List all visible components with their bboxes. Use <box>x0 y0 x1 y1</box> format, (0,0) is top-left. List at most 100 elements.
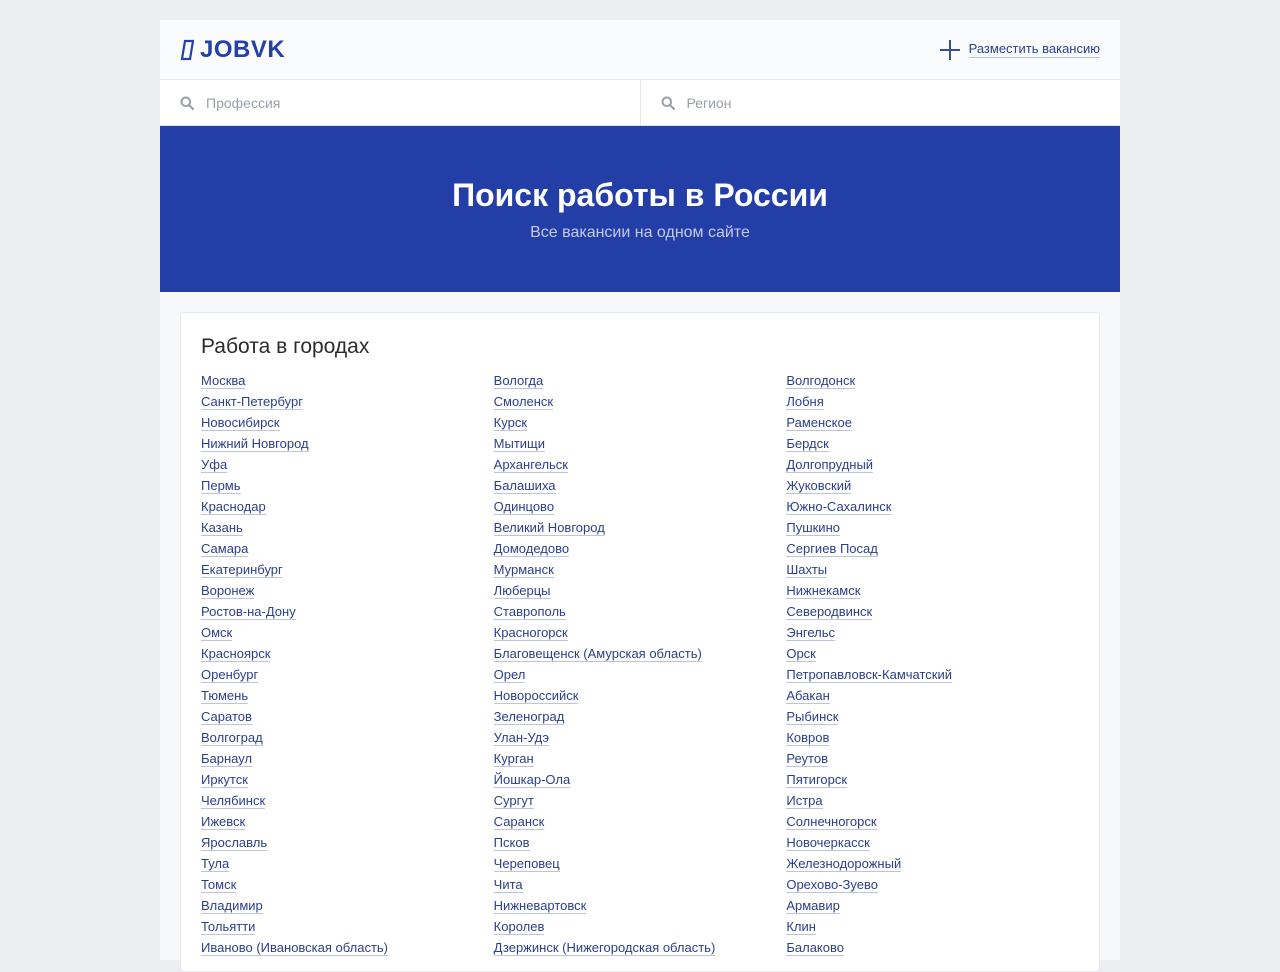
city-link[interactable]: Пушкино <box>786 520 840 536</box>
city-link[interactable]: Ставрополь <box>493 604 566 620</box>
city-link[interactable]: Орел <box>493 667 526 683</box>
city-link[interactable]: Орск <box>786 646 816 662</box>
city-link[interactable]: Дзержинск (Нижегородская область) <box>493 940 716 956</box>
post-vacancy-label[interactable]: Разместить вакансию <box>968 41 1100 58</box>
city-link[interactable]: Курган <box>493 751 534 767</box>
city-link[interactable]: Томск <box>201 877 237 893</box>
city-link[interactable]: Южно-Сахалинск <box>786 499 892 515</box>
list-item: Долгопрудный <box>786 456 1079 477</box>
city-link[interactable]: Владимир <box>201 898 263 914</box>
list-item: Краснодар <box>201 498 494 519</box>
city-link[interactable]: Волгоград <box>201 730 263 746</box>
city-link[interactable]: Клин <box>786 919 816 935</box>
city-link[interactable]: Ковров <box>786 730 830 746</box>
city-link[interactable]: Петропавловск-Камчатский <box>786 667 952 683</box>
city-link[interactable]: Одинцово <box>493 499 555 515</box>
city-link[interactable]: Нижний Новгород <box>201 436 309 452</box>
city-link[interactable]: Мурманск <box>493 562 554 578</box>
city-link[interactable]: Санкт-Петербург <box>201 394 303 410</box>
city-link[interactable]: Нижнекамск <box>786 583 861 599</box>
city-link[interactable]: Бердск <box>786 436 829 452</box>
city-link[interactable]: Волгодонск <box>786 373 856 389</box>
city-link[interactable]: Шахты <box>786 562 828 578</box>
city-link[interactable]: Новочеркасск <box>786 835 870 851</box>
city-link[interactable]: Ижевск <box>201 814 246 830</box>
list-item: Балашиха <box>493 477 787 498</box>
city-link[interactable]: Барнаул <box>201 751 253 767</box>
city-link[interactable]: Тула <box>201 856 230 872</box>
city-link[interactable]: Казань <box>201 520 243 536</box>
city-link[interactable]: Энгельс <box>786 625 835 641</box>
city-link[interactable]: Курск <box>493 415 528 431</box>
city-link[interactable]: Челябинск <box>201 793 266 809</box>
list-item: Северодвинск <box>786 603 1079 624</box>
city-link[interactable]: Мытищи <box>493 436 546 452</box>
city-link[interactable]: Великий Новгород <box>493 520 605 536</box>
city-link[interactable]: Уфа <box>201 457 228 473</box>
list-item: Санкт-Петербург <box>201 393 494 414</box>
city-link[interactable]: Череповец <box>493 856 560 872</box>
city-link[interactable]: Армавир <box>786 898 840 914</box>
city-link[interactable]: Люберцы <box>493 583 551 599</box>
city-link[interactable]: Красноярск <box>201 646 271 662</box>
city-link[interactable]: Железнодорожный <box>786 856 902 872</box>
city-link[interactable]: Москва <box>201 373 246 389</box>
city-link[interactable]: Смоленск <box>493 394 554 410</box>
city-link[interactable]: Екатеринбург <box>201 562 283 578</box>
city-link[interactable]: Сургут <box>493 793 534 809</box>
profession-input[interactable] <box>206 94 620 111</box>
city-link[interactable]: Раменское <box>786 415 852 431</box>
city-link[interactable]: Оренбург <box>201 667 259 683</box>
city-link[interactable]: Королев <box>493 919 545 935</box>
city-link[interactable]: Ростов-на-Дону <box>201 604 296 620</box>
city-link[interactable]: Новосибирск <box>201 415 280 431</box>
city-link[interactable]: Северодвинск <box>786 604 873 620</box>
city-link[interactable]: Омск <box>201 625 233 641</box>
city-link[interactable]: Красногорск <box>493 625 568 641</box>
city-link[interactable]: Жуковский <box>786 478 852 494</box>
city-link[interactable]: Краснодар <box>201 499 266 515</box>
city-link[interactable]: Саратов <box>201 709 252 725</box>
city-link[interactable]: Истра <box>786 793 823 809</box>
list-item: Рыбинск <box>786 708 1079 729</box>
city-link[interactable]: Архангельск <box>493 457 568 473</box>
city-link[interactable]: Саранск <box>493 814 545 830</box>
city-link[interactable]: Нижневартовск <box>493 898 587 914</box>
city-link[interactable]: Орехово-Зуево <box>786 877 878 893</box>
city-link[interactable]: Абакан <box>786 688 830 704</box>
city-link[interactable]: Балашиха <box>493 478 556 494</box>
city-link[interactable]: Улан-Удэ <box>493 730 549 746</box>
city-link[interactable]: Солнечногорск <box>786 814 877 830</box>
city-link[interactable]: Рыбинск <box>786 709 839 725</box>
city-link[interactable]: Реутов <box>786 751 828 767</box>
city-link[interactable]: Тюмень <box>201 688 249 704</box>
city-link[interactable]: Долгопрудный <box>786 457 874 473</box>
city-link[interactable]: Лобня <box>786 394 824 410</box>
city-link[interactable]: Благовещенск (Амурская область) <box>493 646 702 662</box>
city-link[interactable]: Вологда <box>493 373 544 389</box>
list-item: Солнечногорск <box>786 813 1079 834</box>
city-link[interactable]: Пятигорск <box>786 772 848 788</box>
city-link[interactable]: Пермь <box>201 478 241 494</box>
city-link[interactable]: Воронеж <box>201 583 255 599</box>
list-item: Чита <box>493 876 787 897</box>
city-link[interactable]: Ярославль <box>201 835 268 851</box>
city-link[interactable]: Тольятти <box>201 919 256 935</box>
city-link[interactable]: Зеленоград <box>493 709 565 725</box>
city-link[interactable]: Псков <box>493 835 530 851</box>
region-input[interactable] <box>686 94 1100 111</box>
list-item: Уфа <box>201 456 494 477</box>
city-link[interactable]: Чита <box>493 877 523 893</box>
list-item: Курск <box>493 414 787 435</box>
city-link[interactable]: Балаково <box>786 940 844 956</box>
logo[interactable]: JOBVK <box>180 36 285 64</box>
city-link[interactable]: Иваново (Ивановская область) <box>201 940 388 956</box>
city-link[interactable]: Иркутск <box>201 772 248 788</box>
list-item: Абакан <box>786 687 1079 708</box>
post-vacancy-button[interactable]: Разместить вакансию <box>939 39 1100 61</box>
city-link[interactable]: Домодедово <box>493 541 570 557</box>
city-link[interactable]: Сергиев Посад <box>786 541 878 557</box>
city-link[interactable]: Самара <box>201 541 249 557</box>
city-link[interactable]: Йошкар-Ола <box>493 772 571 788</box>
city-link[interactable]: Новороссийск <box>493 688 579 704</box>
